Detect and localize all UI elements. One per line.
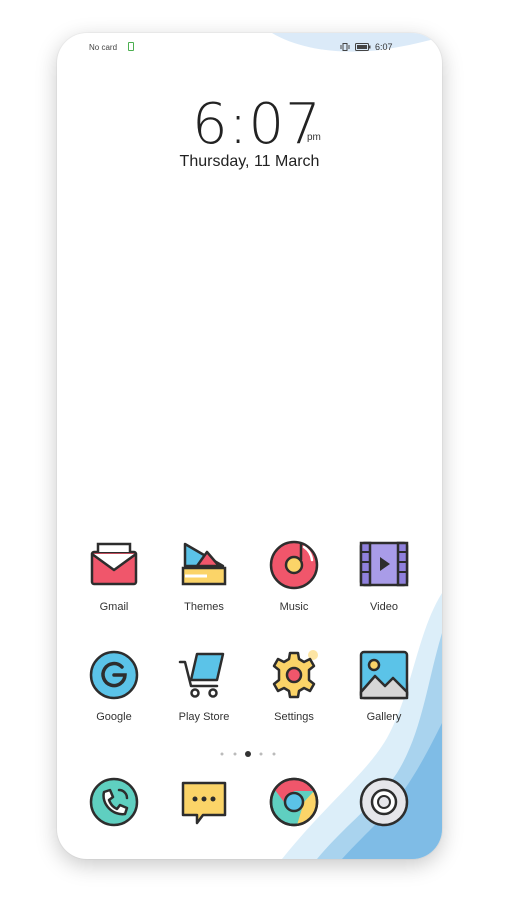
- gallery-icon: [359, 650, 409, 700]
- phone-screen: No card 6:07 6:07 pm Thursday, 11 March …: [57, 33, 442, 859]
- gmail-icon: [90, 542, 138, 586]
- app-label: Google: [96, 711, 132, 723]
- lockscreen-clock[interactable]: 6:07: [192, 93, 322, 157]
- messages-icon[interactable]: [177, 775, 231, 829]
- themes-icon: [181, 542, 227, 586]
- app-label: Video: [370, 601, 398, 613]
- sim-icon: [128, 42, 134, 51]
- page-dot-active: [245, 751, 251, 757]
- app-themes[interactable]: Themes: [159, 538, 249, 613]
- clock-ampm: pm: [307, 132, 321, 143]
- google-icon: [89, 650, 139, 700]
- app-settings[interactable]: Settings: [249, 648, 339, 723]
- phone-icon[interactable]: [87, 775, 141, 829]
- vibrate-icon: [340, 43, 350, 51]
- app-gallery[interactable]: Gallery: [339, 648, 429, 723]
- chrome-icon[interactable]: [267, 775, 321, 829]
- page-indicator[interactable]: [217, 750, 287, 758]
- status-time: 6:07: [375, 42, 393, 52]
- battery-icon: [355, 43, 371, 51]
- app-video[interactable]: Video: [339, 538, 429, 613]
- play-store-icon: [178, 652, 225, 698]
- app-music[interactable]: Music: [249, 538, 339, 613]
- app-gmail[interactable]: Gmail: [69, 538, 159, 613]
- status-bar: No card 6:07: [57, 33, 442, 61]
- page-dot: [259, 752, 263, 756]
- lockscreen-date[interactable]: Thursday, 11 March: [57, 153, 442, 171]
- app-label: Music: [279, 601, 309, 613]
- carrier-label: No card: [89, 43, 118, 52]
- page-dot: [220, 752, 224, 756]
- music-icon: [269, 540, 319, 590]
- app-play-store[interactable]: Play Store: [159, 648, 249, 723]
- app-label: Themes: [184, 601, 224, 613]
- camera-icon[interactable]: [357, 775, 411, 829]
- video-icon: [359, 541, 409, 587]
- settings-icon: [272, 650, 318, 699]
- app-label: Gallery: [366, 711, 402, 723]
- app-label: Settings: [274, 711, 314, 723]
- app-label: Play Store: [178, 711, 230, 723]
- app-google[interactable]: Google: [69, 648, 159, 723]
- app-label: Gmail: [99, 601, 129, 613]
- page-dot: [233, 752, 237, 756]
- page-dot: [272, 752, 276, 756]
